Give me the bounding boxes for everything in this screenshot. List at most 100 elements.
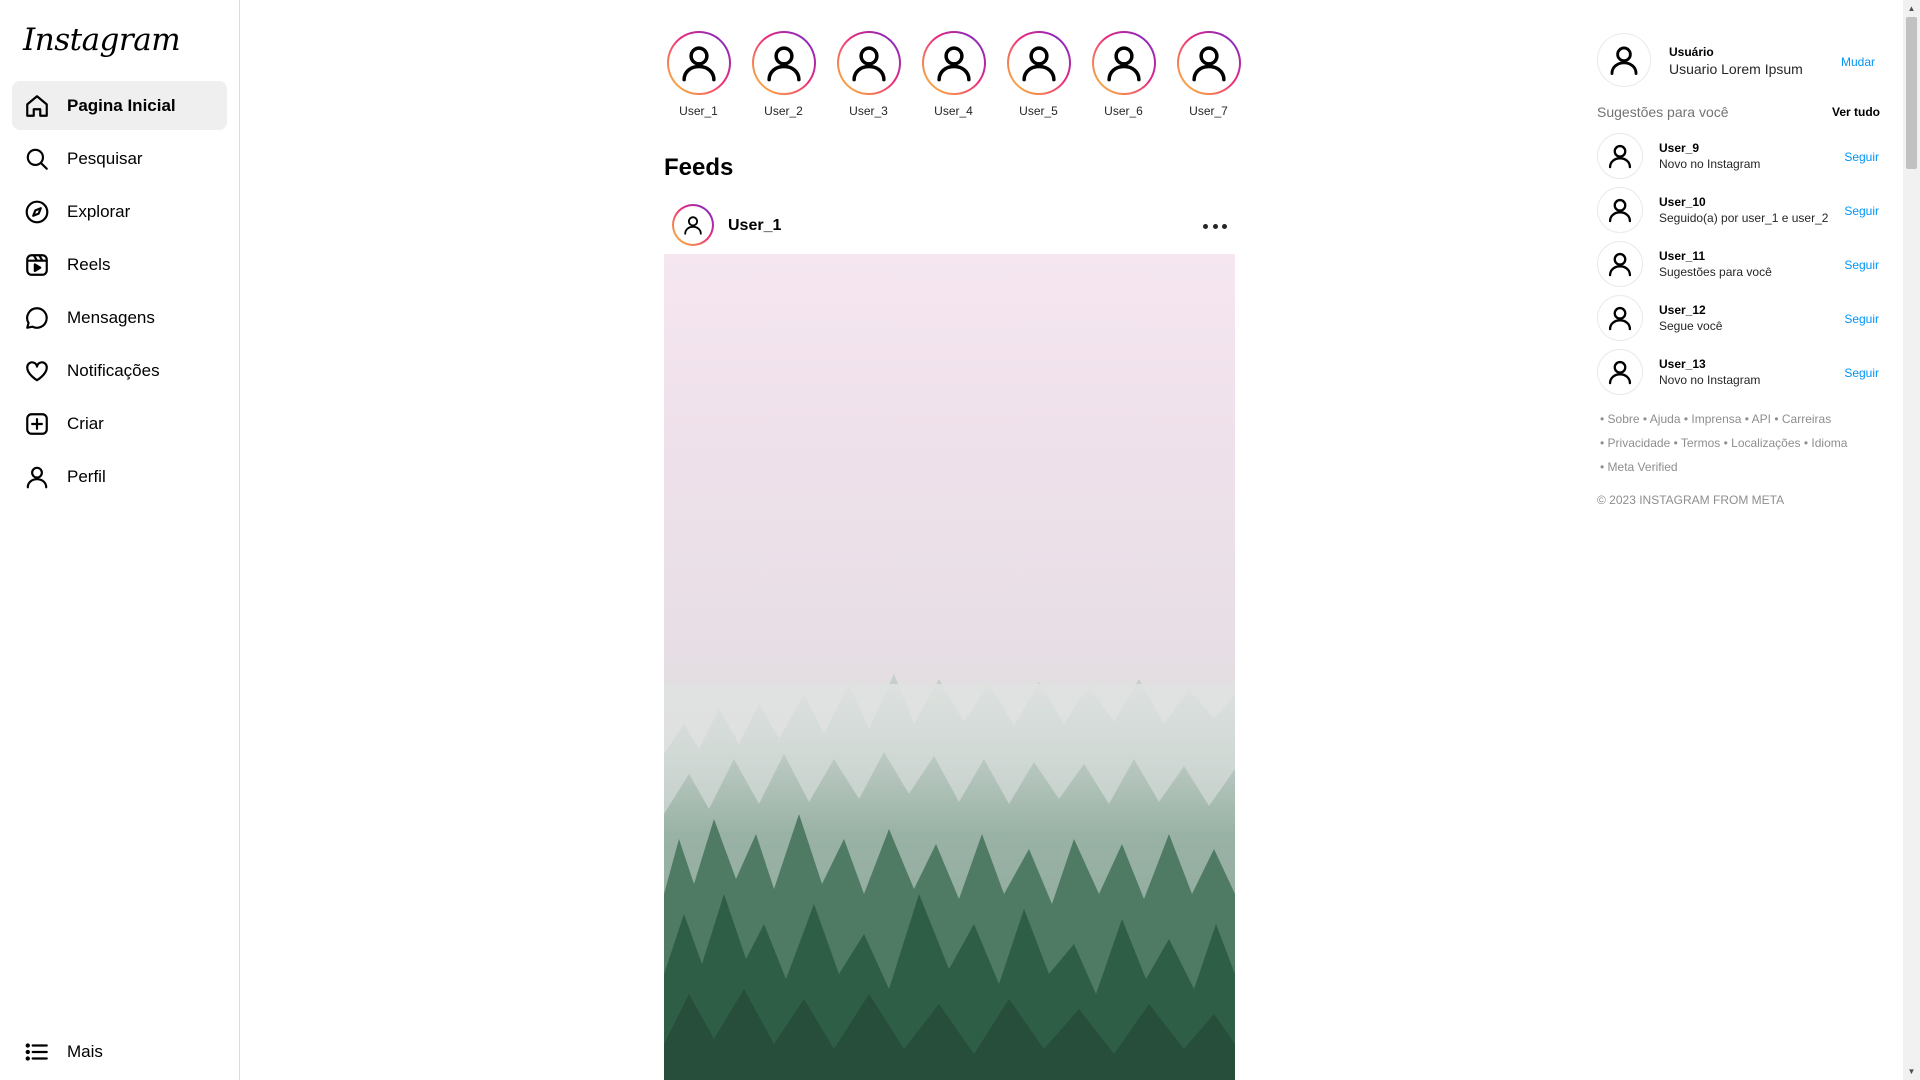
story-username: User_6 [1104,104,1143,118]
story-ring [751,31,816,95]
user-icon [1608,144,1632,169]
sidebar-item-create[interactable]: Criar [12,399,227,448]
user-icon [936,46,971,82]
follow-button[interactable]: Seguir [1844,204,1879,218]
suggestion-item: User_13 Novo no Instagram Seguir [1597,349,1879,397]
sidebar-item-explore[interactable]: Explorar [12,187,227,236]
suggestions-title: Sugestões para você [1597,104,1729,120]
story-item[interactable]: User_1 [656,31,741,118]
suggestion-item: User_12 Segue você Seguir [1597,295,1879,343]
suggestion-avatar[interactable] [1597,133,1643,179]
suggestion-username[interactable]: User_9 [1659,141,1699,155]
story-item[interactable]: User_4 [911,31,996,118]
footer-link-locations[interactable]: Localizações [1731,436,1800,450]
story-ring [836,31,901,95]
user-icon [766,46,801,82]
suggestion-username[interactable]: User_13 [1659,357,1706,371]
more-horizontal-icon[interactable] [1203,216,1227,236]
sidebar-item-label: Mais [67,1041,103,1061]
suggestion-username[interactable]: User_10 [1659,195,1706,209]
current-user-avatar[interactable] [1597,33,1651,87]
suggestion-item: User_9 Novo no Instagram Seguir [1597,133,1879,181]
follow-button[interactable]: Seguir [1844,366,1879,380]
scroll-up-arrow-icon[interactable]: ▲ [1903,0,1920,17]
sidebar-item-label: Mensagens [67,307,155,327]
follow-button[interactable]: Seguir [1844,258,1879,272]
feeds-title: Feeds [664,154,734,181]
user-icon [1106,46,1141,82]
footer-link-press[interactable]: Imprensa [1691,412,1741,426]
current-username[interactable]: Usuário [1669,45,1714,59]
suggestion-item: User_11 Sugestões para você Seguir [1597,241,1879,289]
sidebar-item-label: Pagina Inicial [67,95,176,115]
suggestion-username[interactable]: User_11 [1659,249,1705,263]
footer-copyright: © 2023 INSTAGRAM FROM META [1597,493,1785,507]
footer-link-meta-verified[interactable]: Meta Verified [1608,460,1678,474]
sidebar-item-home[interactable]: Pagina Inicial [12,81,227,130]
user-icon [1608,252,1632,277]
user-icon [851,46,886,82]
story-item[interactable]: User_6 [1081,31,1166,118]
scroll-thumb[interactable] [1906,17,1917,169]
follow-button[interactable]: Seguir [1844,312,1879,326]
story-item[interactable]: User_7 [1166,31,1251,118]
sidebar-item-label: Criar [67,413,104,433]
menu-icon [24,1039,50,1065]
search-icon [24,146,50,172]
instagram-logo[interactable]: Instagram [23,22,181,58]
see-all-button[interactable]: Ver tudo [1832,105,1880,119]
suggestion-username[interactable]: User_12 [1659,303,1706,317]
switch-account-button[interactable]: Mudar [1841,55,1875,69]
story-ring [921,31,986,95]
post-avatar[interactable] [672,204,714,246]
story-ring [1091,31,1156,95]
suggestion-avatar[interactable] [1597,241,1643,287]
message-icon [24,305,50,331]
sidebar: Instagram Pagina Inicial Pesquisar Explo… [0,0,240,1080]
footer-link-privacy[interactable]: Privacidade [1608,436,1671,450]
user-icon [1608,198,1632,223]
heart-icon [24,358,50,384]
suggestion-subtitle: Novo no Instagram [1659,373,1761,387]
scroll-down-arrow-icon[interactable]: ▼ [1903,1063,1920,1080]
follow-button[interactable]: Seguir [1844,150,1879,164]
compass-icon [24,199,50,225]
footer-link-careers[interactable]: Carreiras [1782,412,1831,426]
home-icon [24,93,50,119]
story-item[interactable]: User_3 [826,31,911,118]
sidebar-item-label: Reels [67,254,111,274]
user-icon [1021,46,1056,82]
user-icon [1608,360,1632,385]
page-scrollbar[interactable]: ▲ ▼ [1903,0,1920,1080]
suggestion-subtitle: Novo no Instagram [1659,157,1761,171]
user-icon [684,216,702,235]
footer-link-terms[interactable]: Termos [1681,436,1720,450]
sidebar-item-notifications[interactable]: Notificações [12,346,227,395]
footer-links-row: • Privacidade • Termos • Localizações • … [1600,436,1848,450]
story-item[interactable]: User_2 [741,31,826,118]
suggestion-avatar[interactable] [1597,349,1643,395]
reels-icon [24,252,50,278]
footer-link-about[interactable]: Sobre [1608,412,1640,426]
story-username: User_5 [1019,104,1058,118]
footer-link-language[interactable]: Idioma [1811,436,1847,450]
suggestion-item: User_10 Seguido(a) por user_1 e user_2 S… [1597,187,1879,235]
sidebar-item-label: Explorar [67,201,131,221]
footer-link-api[interactable]: API [1752,412,1771,426]
suggestion-avatar[interactable] [1597,187,1643,233]
sidebar-item-profile[interactable]: Perfil [12,452,227,501]
story-item[interactable]: User_5 [996,31,1081,118]
footer-link-help[interactable]: Ajuda [1650,412,1681,426]
user-icon [1610,46,1638,75]
sidebar-item-search[interactable]: Pesquisar [12,134,227,183]
forest-image [664,674,1235,1080]
sidebar-item-more[interactable]: Mais [12,1027,227,1076]
post-image[interactable] [664,254,1235,1080]
sidebar-item-label: Notificações [67,360,160,380]
sidebar-item-reels[interactable]: Reels [12,240,227,289]
plus-square-icon [24,411,50,437]
sidebar-item-messages[interactable]: Mensagens [12,293,227,342]
story-username: User_7 [1189,104,1228,118]
post-username[interactable]: User_1 [728,217,781,235]
suggestion-avatar[interactable] [1597,295,1643,341]
